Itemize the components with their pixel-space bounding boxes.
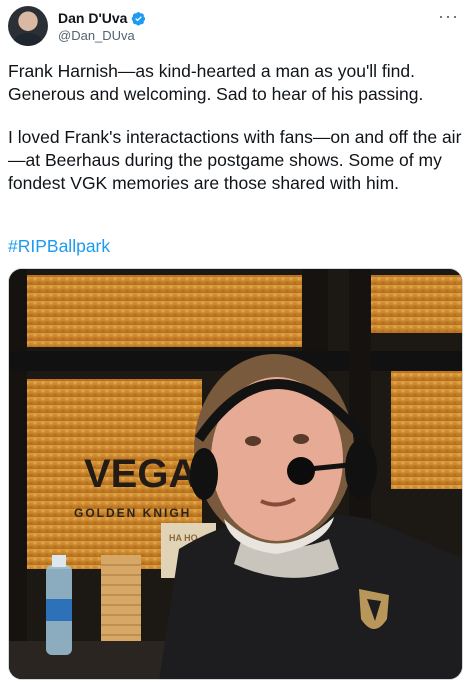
window-pane-top-right: [371, 275, 462, 333]
sign-text-golden-knights: GOLDEN KNIGH: [74, 506, 191, 520]
author-handle[interactable]: @Dan_DUva: [58, 28, 135, 43]
water-bottle: [46, 555, 72, 655]
tweet-paragraph-2: I loved Frank's interactactions with fan…: [8, 127, 462, 193]
tweet-photo[interactable]: VEGAS GOLDEN KNIGH HA HO: [8, 268, 463, 680]
hashtag-link[interactable]: #RIPBallpark: [8, 236, 110, 257]
more-options-icon[interactable]: ···: [438, 6, 459, 27]
author-name-row[interactable]: Dan D'Uva: [58, 10, 146, 26]
tweet-paragraph-1: Frank Harnish—as kind-hearted a man as y…: [8, 61, 424, 104]
author-name[interactable]: Dan D'Uva: [58, 10, 127, 26]
window-pane-right: [391, 369, 462, 489]
jenga-tower: [101, 555, 141, 653]
window-pane-top: [27, 275, 302, 347]
verified-badge-icon: [132, 11, 146, 25]
photo-illustration: VEGAS GOLDEN KNIGH HA HO: [9, 269, 462, 679]
tweet-header: Dan D'Uva @Dan_DUva ···: [8, 4, 463, 48]
avatar[interactable]: [8, 6, 48, 46]
